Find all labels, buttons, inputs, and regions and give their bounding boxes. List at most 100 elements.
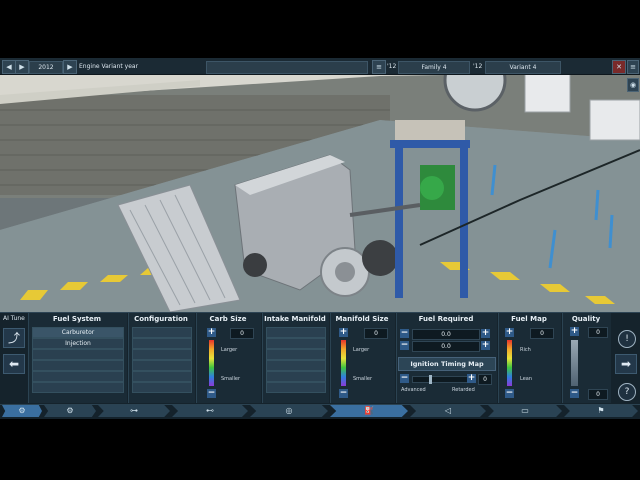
- quality-minus-button[interactable]: −: [570, 389, 579, 398]
- next-page-button[interactable]: ➡: [615, 354, 637, 374]
- quality-value-top: 0: [588, 327, 608, 338]
- fuel-required-header: Fuel Required: [418, 315, 474, 323]
- fuel-required-plus-button-1[interactable]: +: [481, 329, 490, 338]
- ignition-timing-map-button[interactable]: Ignition Timing Map: [398, 357, 496, 371]
- variant-name-field[interactable]: [206, 61, 368, 74]
- left-arrow-icon: ◀: [6, 63, 12, 71]
- configuration-slot[interactable]: [132, 349, 192, 360]
- fuel-required-value-2: 0.0: [412, 341, 480, 352]
- engine-block-icon: ⚙: [18, 406, 26, 415]
- list-icon[interactable]: ≡: [372, 60, 386, 74]
- intake-manifold-slot[interactable]: [266, 349, 326, 360]
- ignition-timing-retarded-label: Retarded: [452, 387, 475, 393]
- piston-icon: ⊷: [206, 406, 214, 415]
- manifold-size-smaller-label: Smaller: [353, 376, 373, 382]
- fuel-required-minus-button-1[interactable]: −: [400, 329, 409, 338]
- ignition-timing-plus-button[interactable]: +: [467, 374, 476, 383]
- results-flag-icon: ⚑: [597, 406, 605, 415]
- ignition-timing-minus-button[interactable]: −: [400, 374, 409, 383]
- exhaust-icon: ◁: [444, 406, 452, 415]
- year-field[interactable]: 2012: [29, 61, 63, 74]
- configuration-slot[interactable]: [132, 360, 192, 371]
- crankshaft-icon: ⚙: [66, 406, 74, 415]
- fuel-map-rich-label: Rich: [520, 347, 531, 353]
- help-button[interactable]: ?: [618, 383, 636, 401]
- manifold-size-slider[interactable]: [341, 340, 346, 386]
- turbo-icon: ◎: [285, 406, 293, 415]
- fuel-map-lean-label: Lean: [520, 376, 533, 382]
- fuel-map-minus-button[interactable]: −: [505, 389, 514, 398]
- configuration-slot[interactable]: [132, 371, 192, 382]
- graph-icon: ⤴: [7, 331, 20, 345]
- manifold-size-larger-label: Larger: [353, 347, 370, 353]
- engine-stand-scene: [0, 58, 640, 312]
- intake-manifold-header: Intake Manifold: [264, 315, 326, 323]
- variant-field[interactable]: Variant 4: [485, 61, 561, 74]
- fuel-pump-icon: ⛽: [364, 406, 374, 415]
- carb-size-column: [196, 313, 261, 403]
- carb-size-slider[interactable]: [209, 340, 214, 386]
- carb-size-value: 0: [230, 328, 254, 339]
- carb-size-minus-button[interactable]: −: [207, 389, 216, 398]
- fuel-system-header: Fuel System: [52, 315, 102, 323]
- left-arrow-icon: ⬅: [8, 357, 20, 371]
- intake-manifold-slot[interactable]: [266, 371, 326, 382]
- ignition-timing-value: 0: [478, 374, 492, 385]
- manifold-size-value: 0: [364, 328, 388, 339]
- family-year-value: '12: [387, 63, 397, 70]
- ai-tune-button[interactable]: ⤴: [3, 328, 25, 348]
- intake-manifold-slot[interactable]: [266, 382, 326, 393]
- fuel-map-slider[interactable]: [507, 340, 512, 386]
- fuel-required-minus-button-2[interactable]: −: [400, 341, 409, 350]
- fuel-system-option-carburetor[interactable]: Carburetor: [32, 327, 124, 338]
- quality-header: Quality: [571, 315, 601, 323]
- fuel-required-value-1: 0.0: [412, 329, 480, 340]
- close-icon[interactable]: ✕: [612, 60, 626, 74]
- intake-manifold-slot[interactable]: [266, 360, 326, 371]
- year-value: 2012: [38, 64, 54, 71]
- engine-variant-year-label: Engine Variant year: [79, 63, 139, 70]
- fuel-system-option-injection[interactable]: Injection: [32, 338, 124, 349]
- previous-page-button[interactable]: ⬅: [3, 354, 25, 374]
- fuel-map-plus-button[interactable]: +: [505, 328, 514, 337]
- ignition-timing-advanced-label: Advanced: [401, 387, 426, 393]
- manifold-size-minus-button[interactable]: −: [339, 389, 348, 398]
- intake-manifold-slot[interactable]: [266, 327, 326, 338]
- configuration-header: Configuration: [134, 315, 188, 323]
- workshop-3d-view: [0, 58, 640, 312]
- info-button[interactable]: !: [618, 330, 636, 348]
- configuration-slot[interactable]: [132, 382, 192, 393]
- configuration-slot[interactable]: [132, 338, 192, 349]
- carb-size-plus-button[interactable]: +: [207, 328, 216, 337]
- carb-size-header: Carb Size: [209, 315, 247, 323]
- quality-plus-button[interactable]: +: [570, 327, 579, 336]
- quality-slider[interactable]: [571, 340, 578, 386]
- quality-value-bottom: 0: [588, 389, 608, 400]
- help-icon: ?: [624, 387, 630, 397]
- manifold-size-header: Manifold Size: [335, 315, 389, 323]
- fuel-map-value: 0: [530, 328, 554, 339]
- intake-manifold-slot[interactable]: [266, 338, 326, 349]
- right-arrow-icon: ▶: [19, 63, 25, 71]
- dyno-icon: ▭: [521, 406, 529, 415]
- family-field[interactable]: Family 4: [398, 61, 470, 74]
- family-name-value: Family 4: [421, 64, 447, 71]
- game-window: { "topbar": { "prev_label": "◀", "play_l…: [0, 0, 640, 480]
- ignition-timing-slider-handle[interactable]: [429, 375, 432, 384]
- fuel-system-empty-slot: [32, 382, 124, 393]
- fuel-system-empty-slot: [32, 371, 124, 382]
- next-year-button[interactable]: ▶: [15, 60, 29, 74]
- ignition-timing-slider[interactable]: [412, 375, 468, 384]
- configuration-slot[interactable]: [132, 327, 192, 338]
- right-arrow-icon: ▶: [67, 63, 73, 71]
- manifold-size-plus-button[interactable]: +: [339, 328, 348, 337]
- prev-year-button[interactable]: ◀: [2, 60, 16, 74]
- carb-size-larger-label: Larger: [221, 347, 238, 353]
- ai-tune-label: AI Tune: [3, 315, 25, 322]
- carb-size-smaller-label: Smaller: [221, 376, 241, 382]
- year-increment-button[interactable]: ▶: [63, 60, 77, 74]
- fuel-system-empty-slot: [32, 360, 124, 371]
- camera-icon[interactable]: ◉: [627, 78, 639, 92]
- menu-icon[interactable]: ≡: [627, 60, 639, 74]
- fuel-required-plus-button-2[interactable]: +: [481, 341, 490, 350]
